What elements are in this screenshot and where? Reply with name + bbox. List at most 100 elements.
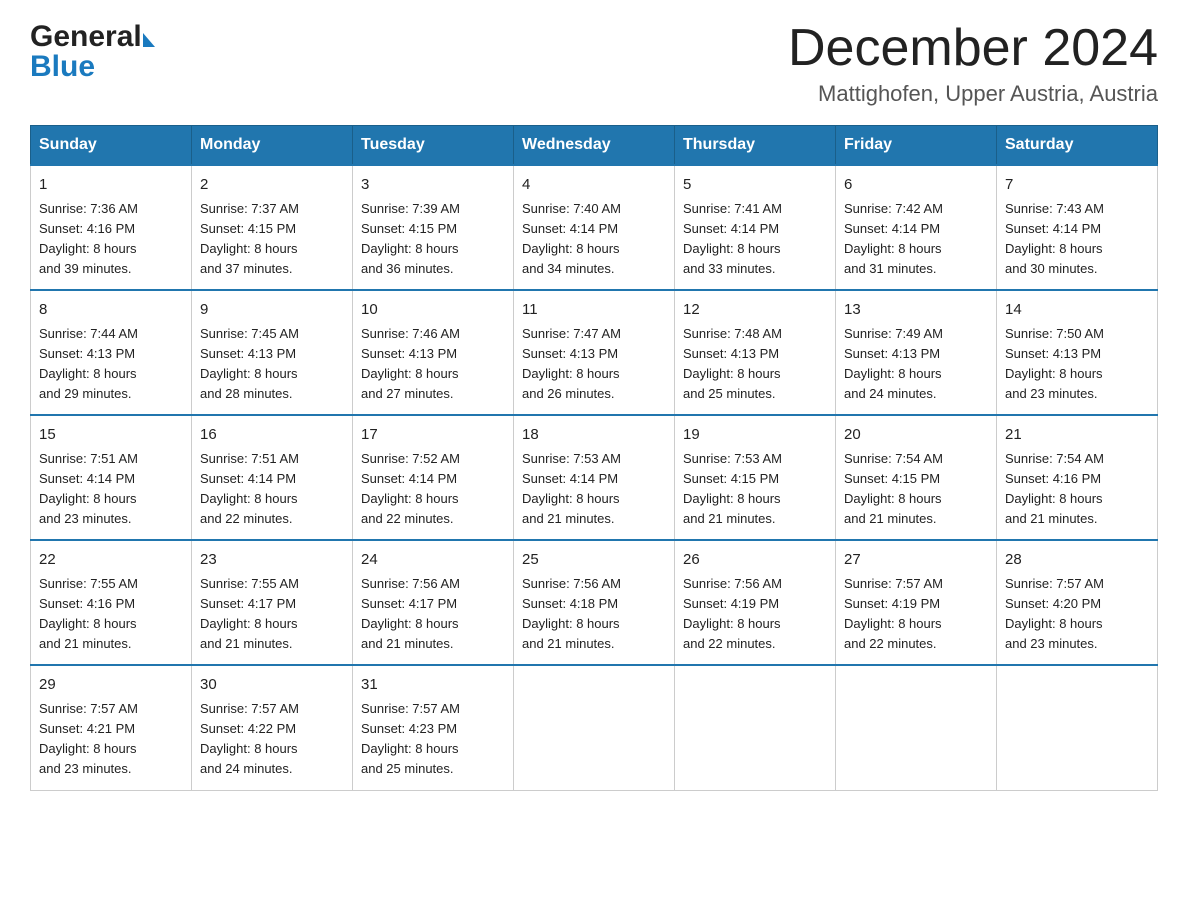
calendar-cell: 23Sunrise: 7:55 AMSunset: 4:17 PMDayligh… xyxy=(192,540,353,665)
day-info: Sunrise: 7:56 AMSunset: 4:18 PMDaylight:… xyxy=(522,576,621,651)
page-header: General Blue December 2024 Mattighofen, … xyxy=(30,20,1158,107)
day-info: Sunrise: 7:47 AMSunset: 4:13 PMDaylight:… xyxy=(522,326,621,401)
day-number: 6 xyxy=(844,174,988,197)
day-number: 9 xyxy=(200,299,344,322)
day-info: Sunrise: 7:57 AMSunset: 4:21 PMDaylight:… xyxy=(39,701,138,776)
calendar-cell: 6 Sunrise: 7:42 AMSunset: 4:14 PMDaylight… xyxy=(836,165,997,290)
day-info: Sunrise: 7:56 AMSunset: 4:19 PMDaylight:… xyxy=(683,576,782,651)
day-info: Sunrise: 7:57 AMSunset: 4:20 PMDaylight:… xyxy=(1005,576,1104,651)
calendar-cell: 19Sunrise: 7:53 AMSunset: 4:15 PMDayligh… xyxy=(675,415,836,540)
calendar-table: SundayMondayTuesdayWednesdayThursdayFrid… xyxy=(30,125,1158,790)
calendar-week-row: 15Sunrise: 7:51 AMSunset: 4:14 PMDayligh… xyxy=(31,415,1158,540)
day-number: 11 xyxy=(522,299,666,322)
calendar-cell xyxy=(836,665,997,790)
day-info: Sunrise: 7:56 AMSunset: 4:17 PMDaylight:… xyxy=(361,576,460,651)
calendar-cell: 26 Sunrise: 7:56 AMSunset: 4:19 PMDayligh… xyxy=(675,540,836,665)
logo-general-text: General xyxy=(30,20,142,54)
month-title: December 2024 xyxy=(788,20,1158,77)
calendar-cell: 8 Sunrise: 7:44 AMSunset: 4:13 PMDaylight… xyxy=(31,290,192,415)
day-number: 17 xyxy=(361,424,505,447)
calendar-cell: 9 Sunrise: 7:45 AMSunset: 4:13 PMDaylight… xyxy=(192,290,353,415)
calendar-cell: 12 Sunrise: 7:48 AMSunset: 4:13 PMDayligh… xyxy=(675,290,836,415)
calendar-cell: 4 Sunrise: 7:40 AMSunset: 4:14 PMDaylight… xyxy=(514,165,675,290)
day-number: 25 xyxy=(522,549,666,572)
day-number: 28 xyxy=(1005,549,1149,572)
calendar-cell: 1Sunrise: 7:36 AMSunset: 4:16 PMDaylight… xyxy=(31,165,192,290)
calendar-cell: 15Sunrise: 7:51 AMSunset: 4:14 PMDayligh… xyxy=(31,415,192,540)
calendar-cell: 21 Sunrise: 7:54 AMSunset: 4:16 PMDayligh… xyxy=(997,415,1158,540)
day-number: 24 xyxy=(361,549,505,572)
day-info: Sunrise: 7:49 AMSunset: 4:13 PMDaylight:… xyxy=(844,326,943,401)
day-info: Sunrise: 7:45 AMSunset: 4:13 PMDaylight:… xyxy=(200,326,299,401)
day-info: Sunrise: 7:46 AMSunset: 4:13 PMDaylight:… xyxy=(361,326,460,401)
day-number: 26 xyxy=(683,549,827,572)
calendar-cell: 29 Sunrise: 7:57 AMSunset: 4:21 PMDayligh… xyxy=(31,665,192,790)
day-number: 13 xyxy=(844,299,988,322)
day-info: Sunrise: 7:57 AMSunset: 4:19 PMDaylight:… xyxy=(844,576,943,651)
calendar-cell: 14 Sunrise: 7:50 AMSunset: 4:13 PMDayligh… xyxy=(997,290,1158,415)
day-number: 4 xyxy=(522,174,666,197)
calendar-week-row: 8 Sunrise: 7:44 AMSunset: 4:13 PMDaylight… xyxy=(31,290,1158,415)
calendar-cell: 25 Sunrise: 7:56 AMSunset: 4:18 PMDayligh… xyxy=(514,540,675,665)
day-info: Sunrise: 7:41 AMSunset: 4:14 PMDaylight:… xyxy=(683,201,782,276)
day-number: 2 xyxy=(200,174,344,197)
calendar-header-thursday: Thursday xyxy=(675,126,836,166)
calendar-cell: 7 Sunrise: 7:43 AMSunset: 4:14 PMDaylight… xyxy=(997,165,1158,290)
day-info: Sunrise: 7:48 AMSunset: 4:13 PMDaylight:… xyxy=(683,326,782,401)
day-number: 16 xyxy=(200,424,344,447)
logo: General Blue xyxy=(30,20,155,84)
day-number: 19 xyxy=(683,424,827,447)
day-number: 14 xyxy=(1005,299,1149,322)
calendar-header-wednesday: Wednesday xyxy=(514,126,675,166)
day-number: 18 xyxy=(522,424,666,447)
calendar-cell xyxy=(997,665,1158,790)
calendar-cell xyxy=(514,665,675,790)
location-subtitle: Mattighofen, Upper Austria, Austria xyxy=(788,81,1158,107)
day-info: Sunrise: 7:37 AMSunset: 4:15 PMDaylight:… xyxy=(200,201,299,276)
day-info: Sunrise: 7:39 AMSunset: 4:15 PMDaylight:… xyxy=(361,201,460,276)
calendar-cell: 11 Sunrise: 7:47 AMSunset: 4:13 PMDayligh… xyxy=(514,290,675,415)
day-number: 29 xyxy=(39,674,183,697)
day-number: 31 xyxy=(361,674,505,697)
calendar-header-friday: Friday xyxy=(836,126,997,166)
day-info: Sunrise: 7:43 AMSunset: 4:14 PMDaylight:… xyxy=(1005,201,1104,276)
day-info: Sunrise: 7:55 AMSunset: 4:17 PMDaylight:… xyxy=(200,576,299,651)
calendar-week-row: 29 Sunrise: 7:57 AMSunset: 4:21 PMDayligh… xyxy=(31,665,1158,790)
day-info: Sunrise: 7:42 AMSunset: 4:14 PMDaylight:… xyxy=(844,201,943,276)
calendar-cell: 16Sunrise: 7:51 AMSunset: 4:14 PMDayligh… xyxy=(192,415,353,540)
calendar-header-sunday: Sunday xyxy=(31,126,192,166)
calendar-header-saturday: Saturday xyxy=(997,126,1158,166)
calendar-cell: 22 Sunrise: 7:55 AMSunset: 4:16 PMDayligh… xyxy=(31,540,192,665)
day-info: Sunrise: 7:55 AMSunset: 4:16 PMDaylight:… xyxy=(39,576,138,651)
day-number: 22 xyxy=(39,549,183,572)
calendar-cell: 18 Sunrise: 7:53 AMSunset: 4:14 PMDayligh… xyxy=(514,415,675,540)
day-number: 5 xyxy=(683,174,827,197)
logo-arrow-icon xyxy=(143,33,155,47)
day-info: Sunrise: 7:54 AMSunset: 4:16 PMDaylight:… xyxy=(1005,451,1104,526)
day-info: Sunrise: 7:50 AMSunset: 4:13 PMDaylight:… xyxy=(1005,326,1104,401)
day-number: 12 xyxy=(683,299,827,322)
calendar-week-row: 22 Sunrise: 7:55 AMSunset: 4:16 PMDayligh… xyxy=(31,540,1158,665)
day-info: Sunrise: 7:40 AMSunset: 4:14 PMDaylight:… xyxy=(522,201,621,276)
day-number: 21 xyxy=(1005,424,1149,447)
day-number: 7 xyxy=(1005,174,1149,197)
calendar-cell: 27Sunrise: 7:57 AMSunset: 4:19 PMDayligh… xyxy=(836,540,997,665)
calendar-header-row: SundayMondayTuesdayWednesdayThursdayFrid… xyxy=(31,126,1158,166)
calendar-cell: 2 Sunrise: 7:37 AMSunset: 4:15 PMDaylight… xyxy=(192,165,353,290)
day-number: 1 xyxy=(39,174,183,197)
calendar-cell: 24 Sunrise: 7:56 AMSunset: 4:17 PMDayligh… xyxy=(353,540,514,665)
calendar-cell: 5 Sunrise: 7:41 AMSunset: 4:14 PMDaylight… xyxy=(675,165,836,290)
day-number: 30 xyxy=(200,674,344,697)
day-info: Sunrise: 7:53 AMSunset: 4:14 PMDaylight:… xyxy=(522,451,621,526)
calendar-week-row: 1Sunrise: 7:36 AMSunset: 4:16 PMDaylight… xyxy=(31,165,1158,290)
day-info: Sunrise: 7:52 AMSunset: 4:14 PMDaylight:… xyxy=(361,451,460,526)
title-area: December 2024 Mattighofen, Upper Austria… xyxy=(788,20,1158,107)
day-info: Sunrise: 7:57 AMSunset: 4:22 PMDaylight:… xyxy=(200,701,299,776)
day-number: 8 xyxy=(39,299,183,322)
calendar-cell: 20Sunrise: 7:54 AMSunset: 4:15 PMDayligh… xyxy=(836,415,997,540)
calendar-header-monday: Monday xyxy=(192,126,353,166)
day-number: 20 xyxy=(844,424,988,447)
calendar-cell: 10 Sunrise: 7:46 AMSunset: 4:13 PMDayligh… xyxy=(353,290,514,415)
day-info: Sunrise: 7:44 AMSunset: 4:13 PMDaylight:… xyxy=(39,326,138,401)
day-number: 10 xyxy=(361,299,505,322)
